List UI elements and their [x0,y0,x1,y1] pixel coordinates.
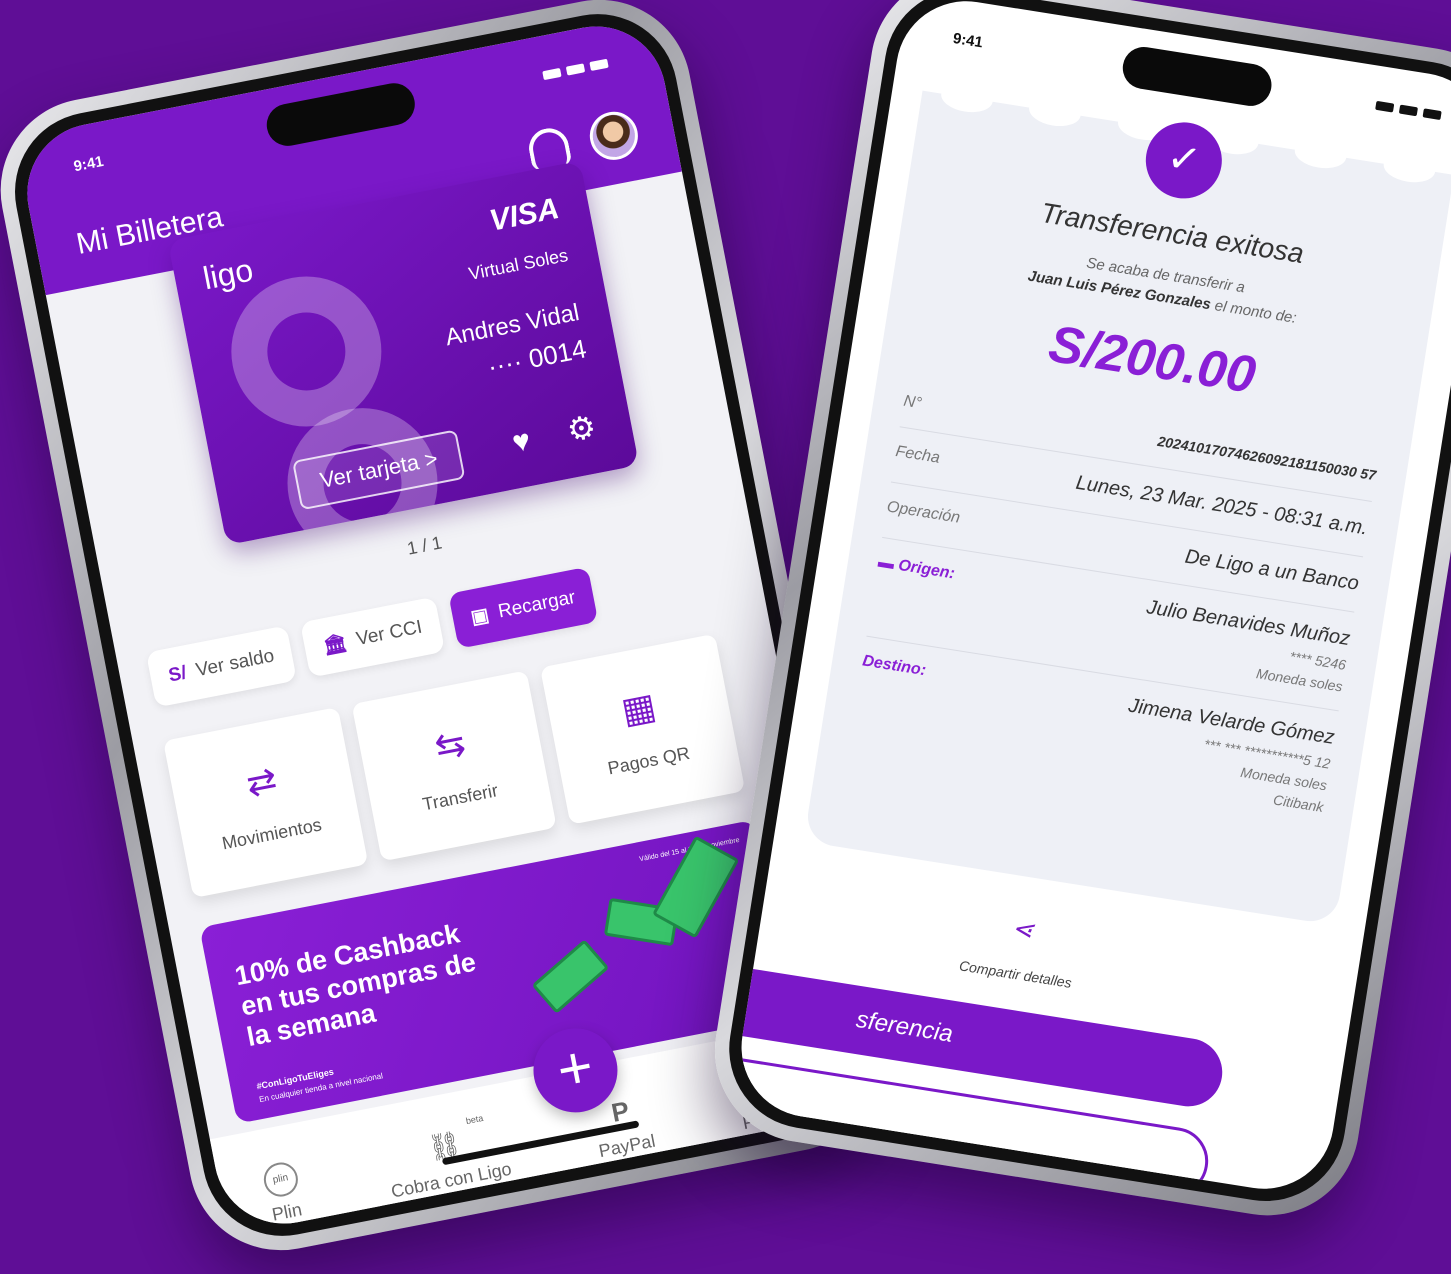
avatar[interactable] [585,107,642,164]
qr-icon: ▦ [617,684,660,732]
view-balance-button[interactable]: S/ Ver saldo [145,625,298,708]
wallet-icon: ▣ [469,604,491,629]
tile-label: Transferir [420,779,500,814]
signal-icons [542,58,609,80]
money-icon [531,939,610,1014]
nav-label: Cobra con Ligo [389,1158,514,1202]
transfer-tile[interactable]: ⇆ Transferir [351,670,557,862]
transfer-icon: ⇆ [431,721,469,768]
operation-label: Operación [885,498,962,527]
transfer-receipt: ✓ Transferencia exitosa Se acaba de tran… [803,79,1451,926]
chip-label: Ver saldo [194,645,277,682]
chip-label: Ver CCI [354,616,424,650]
operation-value: De Ligo a un Banco [1183,545,1361,595]
card-type: Virtual Soles [466,245,570,284]
ligo-logo: ligo [200,251,256,297]
nav-plin[interactable]: plin Plin [260,1159,306,1226]
plin-icon: plin [260,1159,301,1200]
origin-label: ▬ Origen: [876,553,956,583]
soles-icon: S/ [166,662,189,687]
qr-payments-tile[interactable]: ▦ Pagos QR [539,633,746,825]
recharge-button[interactable]: ▣ Recargar [448,566,599,649]
share-label: Compartir detalles [958,957,1073,991]
bank-icon: 🏛 [321,632,349,658]
phone-receipt: 9:41 ✓ Transferencia exitosa Se acaba de… [701,0,1451,1229]
view-cci-button[interactable]: 🏛 Ver CCI [300,596,445,678]
share-icon: ⋖ [990,896,1055,961]
destination-label: Destino: [861,652,928,680]
number-label: N° [902,392,923,413]
origin-value: Julio Benavides Muñoz **** 5246 Moneda s… [1138,596,1352,694]
date-label: Fecha [894,443,942,467]
chip-label: Recargar [496,586,578,623]
heart-icon[interactable]: ♥ [510,424,534,461]
wallet-icon: ⇄ [242,757,281,804]
share-details-button[interactable]: ⋖ Compartir detalles [955,892,1086,992]
status-time: 9:41 [951,29,985,51]
promo-title: 10% de Cashback en tus compras de la sem… [232,918,479,1053]
status-time: 9:41 [72,152,105,175]
tile-label: Movimientos [220,813,324,853]
tile-label: Pagos QR [605,742,692,778]
visa-logo: VISA [486,192,562,238]
signal-icons [1375,100,1442,120]
beta-badge: beta [464,1112,485,1127]
receipt-details: N° 20241017074626092181150030 57 Fecha L… [847,376,1380,831]
nav-label: PayPal [597,1130,657,1162]
receipt-screen: 9:41 ✓ Transferencia exitosa Se acaba de… [731,0,1451,1199]
destination-value: Jimena Velarde Gómez *** *** ***********… [1116,695,1336,815]
movements-tile[interactable]: ⇄ Movimientos [163,707,369,899]
dynamic-island [1119,43,1275,109]
gear-icon[interactable]: ⚙ [564,407,599,450]
nav-label: Plin [270,1199,304,1225]
